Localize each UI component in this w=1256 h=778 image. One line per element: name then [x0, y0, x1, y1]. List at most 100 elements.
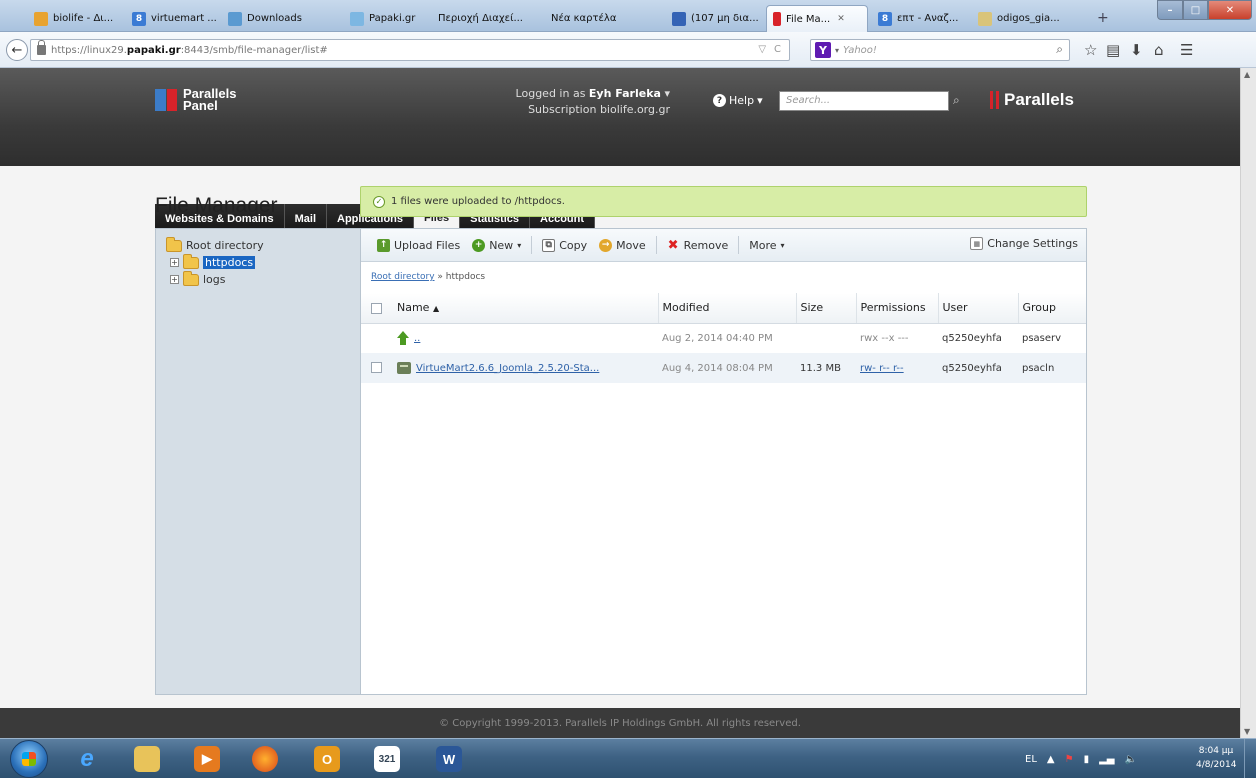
- column-header-size[interactable]: Size: [795, 293, 856, 324]
- scroll-down-icon[interactable]: ▼: [1244, 727, 1250, 736]
- browser-tab[interactable]: Περιοχή Διαχεί...: [432, 5, 532, 32]
- table-row[interactable]: .. Aug 2, 2014 04:40 PM rwx --x --- q525…: [361, 323, 1086, 353]
- tab-label: (107 μη δια...: [691, 13, 759, 24]
- web-search-box[interactable]: Y ▾ Yahoo! ⌕: [810, 39, 1070, 61]
- select-all-checkbox[interactable]: [371, 302, 382, 314]
- browser-tab[interactable]: Νέα καρτέλα: [545, 5, 635, 32]
- browser-tab[interactable]: Papaki.gr: [344, 5, 428, 32]
- taskbar-app-word[interactable]: W: [424, 741, 474, 777]
- upload-success-message: ✓ 1 files were uploaded to /httpdocs.: [360, 186, 1087, 217]
- page-scrollbar[interactable]: ▲ ▼: [1240, 68, 1256, 738]
- breadcrumb-current: httpdocs: [445, 272, 486, 282]
- browser-tab[interactable]: (107 μη δια...: [666, 5, 762, 32]
- search-icon[interactable]: ⌕: [953, 93, 960, 108]
- sort-ascending-icon: ▲: [432, 304, 440, 314]
- home-icon[interactable]: ⌂: [1154, 41, 1164, 59]
- column-header-name[interactable]: Name ▲: [393, 293, 658, 324]
- browser-tab[interactable]: Downloads: [222, 5, 330, 32]
- chevron-up-icon[interactable]: ▲: [1047, 754, 1055, 765]
- remove-button[interactable]: ✖ Remove: [661, 237, 735, 253]
- file-table: Name ▲ Modified Size Permissions User Gr…: [361, 293, 1086, 383]
- chevron-down-icon[interactable]: ▾: [835, 46, 839, 55]
- yahoo-logo-icon[interactable]: Y: [815, 42, 831, 58]
- panel-logo[interactable]: Parallels Panel: [155, 87, 237, 112]
- remove-x-icon: ✖: [667, 237, 679, 253]
- taskbar-app-calendar[interactable]: 321: [362, 741, 412, 777]
- chevron-down-icon: ▾: [757, 94, 763, 107]
- taskbar-app-outlook[interactable]: O: [302, 741, 352, 777]
- close-window-button[interactable]: ✕: [1208, 0, 1252, 20]
- menu-icon[interactable]: ☰: [1180, 41, 1193, 59]
- downloads-favicon-icon: [228, 11, 242, 26]
- tab-label: επτ - Αναζ...: [897, 13, 959, 24]
- column-header-user[interactable]: User: [937, 293, 1018, 324]
- search-icon[interactable]: ⌕: [1056, 42, 1063, 57]
- taskbar-app-firefox[interactable]: [240, 741, 290, 777]
- close-tab-icon[interactable]: ✕: [837, 14, 845, 24]
- browser-tab[interactable]: biolife - Δι...: [28, 5, 123, 32]
- tree-item-httpdocs[interactable]: + httpdocs: [166, 253, 360, 271]
- bookmark-dropdown-icon[interactable]: ▽: [758, 44, 766, 55]
- tree-item-logs[interactable]: + logs: [166, 270, 360, 288]
- column-header-group[interactable]: Group: [1017, 293, 1086, 324]
- row-checkbox[interactable]: [371, 362, 382, 374]
- column-header-modified[interactable]: Modified: [657, 293, 796, 324]
- tab-label: virtuemart ...: [151, 13, 217, 24]
- select-all-checkbox-cell: [361, 293, 393, 324]
- subscription-name[interactable]: biolife.org.gr: [600, 103, 670, 116]
- upload-icon: ↑: [377, 238, 390, 252]
- upload-files-button[interactable]: ↑ Upload Files: [371, 238, 466, 252]
- plus-icon: +: [472, 238, 486, 252]
- expand-icon[interactable]: +: [170, 275, 179, 284]
- help-menu[interactable]: ? Help ▾: [713, 94, 763, 107]
- signal-icon[interactable]: ▂▄: [1099, 754, 1114, 765]
- scroll-up-icon[interactable]: ▲: [1244, 70, 1250, 79]
- new-tab-button[interactable]: +: [1097, 10, 1109, 26]
- address-bar[interactable]: https://linux29.papaki.gr:8443/smb/file-…: [30, 39, 790, 61]
- expand-icon[interactable]: +: [170, 258, 179, 267]
- back-button[interactable]: ←: [6, 39, 28, 61]
- more-button[interactable]: More ▾: [743, 239, 790, 252]
- taskbar-app-explorer[interactable]: [122, 741, 172, 777]
- parent-directory-link[interactable]: ..: [414, 333, 420, 344]
- tree-label: logs: [203, 273, 226, 286]
- minimize-window-button[interactable]: –: [1157, 0, 1183, 20]
- download-icon[interactable]: ⬇: [1130, 41, 1143, 59]
- search-engine-placeholder: Yahoo!: [843, 44, 877, 56]
- change-settings-button[interactable]: ▦ Change Settings: [970, 237, 1078, 250]
- file-link[interactable]: VirtueMart2.6.6_Joomla_2.5.20-Sta...: [416, 363, 599, 374]
- page-footer: © Copyright 1999-2013. Parallels IP Hold…: [0, 708, 1240, 738]
- panel-search-input[interactable]: Search...: [779, 91, 949, 111]
- show-desktop-button[interactable]: [1244, 739, 1256, 778]
- copyright-text: © Copyright 1999-2013. Parallels IP Hold…: [439, 717, 801, 729]
- browser-tab[interactable]: 8 virtuemart ...: [126, 5, 218, 32]
- breadcrumb-root-link[interactable]: Root directory: [371, 272, 435, 282]
- reading-list-icon[interactable]: ▤: [1106, 41, 1120, 59]
- move-button[interactable]: → Move: [593, 238, 652, 252]
- maximize-window-button[interactable]: □: [1183, 0, 1208, 20]
- taskbar-app-media-player[interactable]: ▶: [182, 741, 232, 777]
- browser-tab[interactable]: 8 επτ - Αναζ...: [872, 5, 964, 32]
- table-header-row: Name ▲ Modified Size Permissions User Gr…: [361, 293, 1086, 324]
- start-button[interactable]: [10, 740, 48, 778]
- column-header-permissions[interactable]: Permissions: [855, 293, 938, 324]
- volume-icon[interactable]: 🔈: [1124, 754, 1136, 765]
- permissions-link[interactable]: rw- r-- r--: [860, 363, 904, 374]
- parallels-bars-icon: [990, 91, 999, 109]
- star-icon[interactable]: ☆: [1084, 41, 1097, 59]
- reload-icon[interactable]: C: [774, 44, 781, 55]
- network-icon[interactable]: ▮: [1084, 754, 1090, 765]
- copy-button[interactable]: ⧉ Copy: [536, 238, 593, 252]
- folder-icon: [166, 236, 182, 252]
- browser-tab-active[interactable]: File Ma... ✕: [766, 5, 868, 32]
- taskbar-app-internet-explorer[interactable]: e: [62, 741, 112, 777]
- language-indicator[interactable]: EL: [1025, 754, 1037, 765]
- action-center-flag-icon[interactable]: ⚑: [1065, 754, 1074, 765]
- new-button[interactable]: + New ▾: [466, 238, 527, 252]
- user-name-menu[interactable]: Eyh Farleka: [589, 87, 661, 100]
- browser-tab[interactable]: odigos_gia...: [972, 5, 1064, 32]
- taskbar-clock[interactable]: 8:04 μμ 4/8/2014: [1196, 744, 1236, 772]
- tree-item-root[interactable]: Root directory: [166, 236, 360, 254]
- table-row[interactable]: VirtueMart2.6.6_Joomla_2.5.20-Sta... Aug…: [361, 353, 1086, 383]
- toolbar-divider: [738, 236, 740, 254]
